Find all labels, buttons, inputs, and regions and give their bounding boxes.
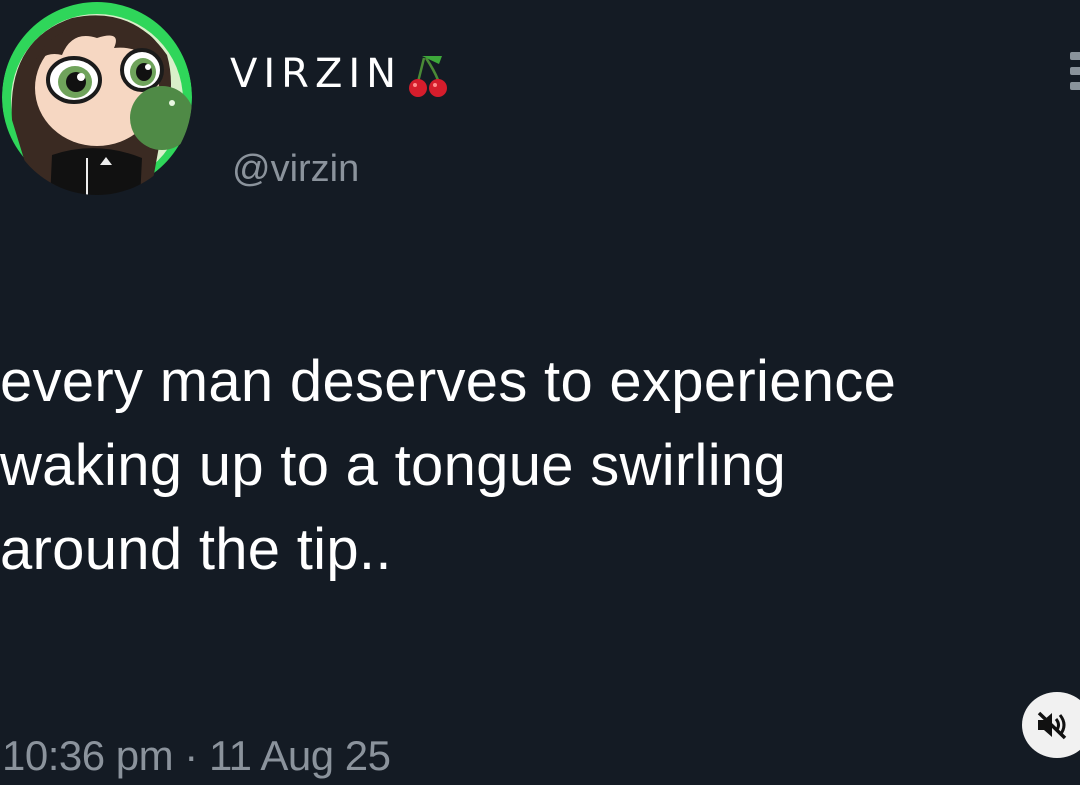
display-name-row: VIRZIN [230, 46, 452, 102]
speaker-muted-icon [1037, 711, 1067, 740]
more-options-icon[interactable] [1070, 52, 1080, 92]
cherries-icon [406, 48, 452, 100]
cartoon-girl-avatar-icon [2, 2, 192, 195]
post-timestamp[interactable]: 10:36 pm · 11 Aug 25 [2, 735, 391, 777]
user-handle[interactable]: @virzin [232, 150, 359, 188]
display-name[interactable]: VIRZIN [230, 54, 402, 94]
post-text: every man deserves to experience waking … [0, 349, 897, 582]
mute-button[interactable] [1022, 692, 1080, 758]
avatar[interactable] [2, 0, 192, 195]
